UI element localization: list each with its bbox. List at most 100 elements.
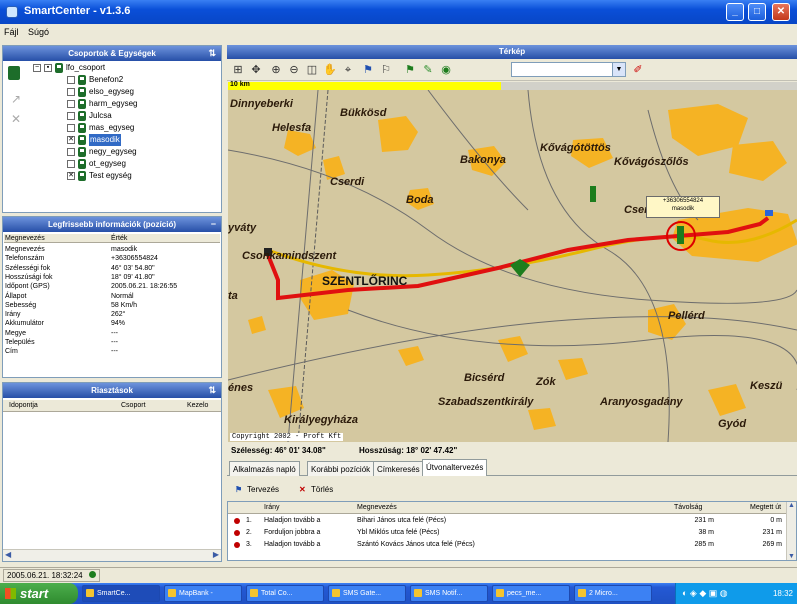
- route-row[interactable]: 3. Haladjon tovább a Szántó Kovács János u…: [228, 539, 796, 551]
- eraser-icon[interactable]: ✐: [631, 63, 645, 77]
- flag-green-icon[interactable]: ⚑: [403, 63, 417, 77]
- map-toolbar: ⊞ ✥ ⊕ ⊖ ◫ ✋ ⌖ ⚑ ⚐ ⚑ ✎ ◉ ▼ ✐: [227, 59, 797, 81]
- route-step-number: 1.: [246, 517, 252, 524]
- route-tool-icon[interactable]: ↗: [11, 92, 21, 106]
- unit-icon: [78, 75, 86, 85]
- route-row[interactable]: 2. Forduljon jobbra a Ybl Miklós utca felé…: [228, 527, 796, 539]
- unit-checkbox[interactable]: [67, 76, 75, 84]
- collapse-icon[interactable]: −: [211, 217, 216, 232]
- zoom-out-icon[interactable]: ⊖: [287, 63, 301, 77]
- info-key: Telefonszám: [5, 255, 45, 263]
- menu-help[interactable]: Súgó: [28, 27, 49, 37]
- groups-panel-header: Csoportok & Egységek ⇅: [3, 46, 221, 61]
- tab-previous-positions[interactable]: Korábbi pozíciók: [307, 461, 375, 476]
- maximize-button[interactable]: □: [748, 3, 766, 21]
- unit-checkbox[interactable]: [67, 88, 75, 96]
- place-label: Cserdi: [330, 176, 365, 188]
- center-icon[interactable]: ⌖: [341, 63, 355, 77]
- taskbar-button[interactable]: MapBank -: [164, 585, 242, 602]
- info-value: ---: [111, 329, 118, 337]
- info-key: Időpont (GPS): [5, 283, 50, 291]
- unit-icon[interactable]: [8, 66, 20, 80]
- zoom-extent-icon[interactable]: ⊞: [231, 63, 245, 77]
- info-value: 46° 03' 54.80": [111, 264, 155, 272]
- route-col-direction[interactable]: Irány: [264, 502, 280, 514]
- menu-file[interactable]: Fájl: [4, 27, 19, 37]
- scroll-left-icon[interactable]: ◀: [5, 550, 11, 559]
- close-button[interactable]: ✕: [772, 3, 790, 21]
- unit-checkbox[interactable]: [67, 112, 75, 120]
- unit-callout[interactable]: +36306554824 masodik: [646, 196, 720, 218]
- unit-icon: [78, 171, 86, 181]
- plan-route-button[interactable]: ⚑ Tervezés: [235, 481, 279, 498]
- unit-checkbox[interactable]: [67, 124, 75, 132]
- info-value: 2005.06.21. 18:26:55: [111, 283, 178, 291]
- route-step-number: 3.: [246, 541, 252, 548]
- tab-app-log[interactable]: Alkalmazás napló: [229, 461, 300, 476]
- info-row: Irány 262°: [4, 310, 220, 319]
- alarms-col-time[interactable]: Idopontja: [9, 400, 38, 412]
- unit-checkbox[interactable]: [67, 148, 75, 156]
- pencil-icon[interactable]: ✎: [421, 63, 435, 77]
- route-direction: Haladjon tovább a: [264, 541, 321, 548]
- taskbar-button[interactable]: SmartCe...: [82, 585, 160, 602]
- tree-item-label: elso_egyseg: [89, 87, 134, 96]
- tab-route-planning[interactable]: Útvonaltervezés: [422, 459, 488, 476]
- globe-icon[interactable]: ◉: [439, 63, 453, 77]
- zoom-window-icon[interactable]: ◫: [305, 63, 319, 77]
- alarms-scrollbar[interactable]: ◀ ▶: [3, 549, 221, 561]
- smartcenter-window: { "window": { "title": "SmartCenter - v1…: [0, 0, 797, 604]
- taskbar-button[interactable]: SMS Gate...: [328, 585, 406, 602]
- taskbar-button[interactable]: pecs_me...: [492, 585, 570, 602]
- location-dropdown[interactable]: ▼: [511, 62, 626, 77]
- flag-blue-icon[interactable]: ⚑: [361, 63, 375, 77]
- route-scrollbar[interactable]: ▲ ▼: [786, 502, 796, 560]
- taskbar-button[interactable]: Total Co...: [246, 585, 324, 602]
- unit-checkbox[interactable]: [67, 160, 75, 168]
- flag-icon[interactable]: ⚐: [379, 63, 393, 77]
- unit-icon: [78, 123, 86, 133]
- route-travelled: 231 m: [762, 529, 782, 536]
- scroll-down-icon[interactable]: ▼: [788, 553, 795, 560]
- route-col-distance[interactable]: Távolság: [674, 502, 702, 514]
- system-tray: ◐ ◈ ◆ ▣ ◍ 18:32: [675, 583, 797, 604]
- route-distance: 231 m: [694, 517, 714, 524]
- chevron-down-icon[interactable]: ▼: [612, 63, 625, 76]
- delete-route-button[interactable]: ✕ Törlés: [299, 481, 333, 498]
- expand-icon[interactable]: −: [33, 64, 41, 72]
- root-checkbox[interactable]: ▪: [44, 64, 52, 72]
- delete-icon: ✕: [299, 485, 306, 494]
- zoom-in-icon[interactable]: ⊕: [269, 63, 283, 77]
- route-col-name[interactable]: Megnevezés: [357, 502, 397, 514]
- unit-checkbox[interactable]: ✕: [67, 172, 75, 180]
- delete-tool-icon[interactable]: ✕: [11, 112, 21, 126]
- start-button[interactable]: start: [0, 583, 78, 604]
- route-col-travelled[interactable]: Megtett út: [750, 502, 781, 514]
- tray-icons[interactable]: ◐ ◈ ◆ ▣ ◍: [682, 583, 728, 604]
- hand-icon[interactable]: ✋: [323, 63, 337, 77]
- unit-icon: [78, 159, 86, 169]
- tab-address-search[interactable]: Címkeresés: [373, 461, 424, 476]
- tree-item-label: masodik: [89, 134, 121, 146]
- place-label: Szabadszentkirály: [438, 396, 534, 408]
- taskbar-button[interactable]: SMS Notif...: [410, 585, 488, 602]
- route-street: Bihari János utca felé (Pécs): [357, 517, 447, 524]
- unit-checkbox[interactable]: ✕: [67, 136, 75, 144]
- map-canvas[interactable]: Dinnyeberki Bükkösd Helesfa Kővágótöttös…: [228, 90, 797, 442]
- route-row[interactable]: 1. Haladjon tovább a Bihari János utca fel…: [228, 515, 796, 527]
- scroll-right-icon[interactable]: ▶: [213, 550, 219, 559]
- unit-checkbox[interactable]: [67, 100, 75, 108]
- scroll-up-icon[interactable]: ▲: [788, 502, 795, 509]
- alarms-col-operator[interactable]: Kezelo: [187, 400, 208, 412]
- info-panel-header: Legfrissebb információk (pozíció) −: [3, 217, 221, 232]
- taskbar-button[interactable]: 2 Micro...: [574, 585, 652, 602]
- coordinate-readout: Szélesség: 46° 01' 34.08" Hosszúság: 18°…: [227, 443, 797, 459]
- place-label: Gyód: [718, 418, 747, 430]
- info-row: Megnevezés masodik: [4, 245, 220, 254]
- minimize-button[interactable]: _: [726, 3, 744, 21]
- pan-arrows-icon[interactable]: ✥: [249, 63, 263, 77]
- tree-item-label: harm_egyseg: [89, 99, 138, 108]
- pin-icon[interactable]: ⇅: [208, 46, 216, 61]
- pin-icon[interactable]: ⇅: [208, 383, 216, 398]
- alarms-col-group[interactable]: Csoport: [121, 400, 146, 412]
